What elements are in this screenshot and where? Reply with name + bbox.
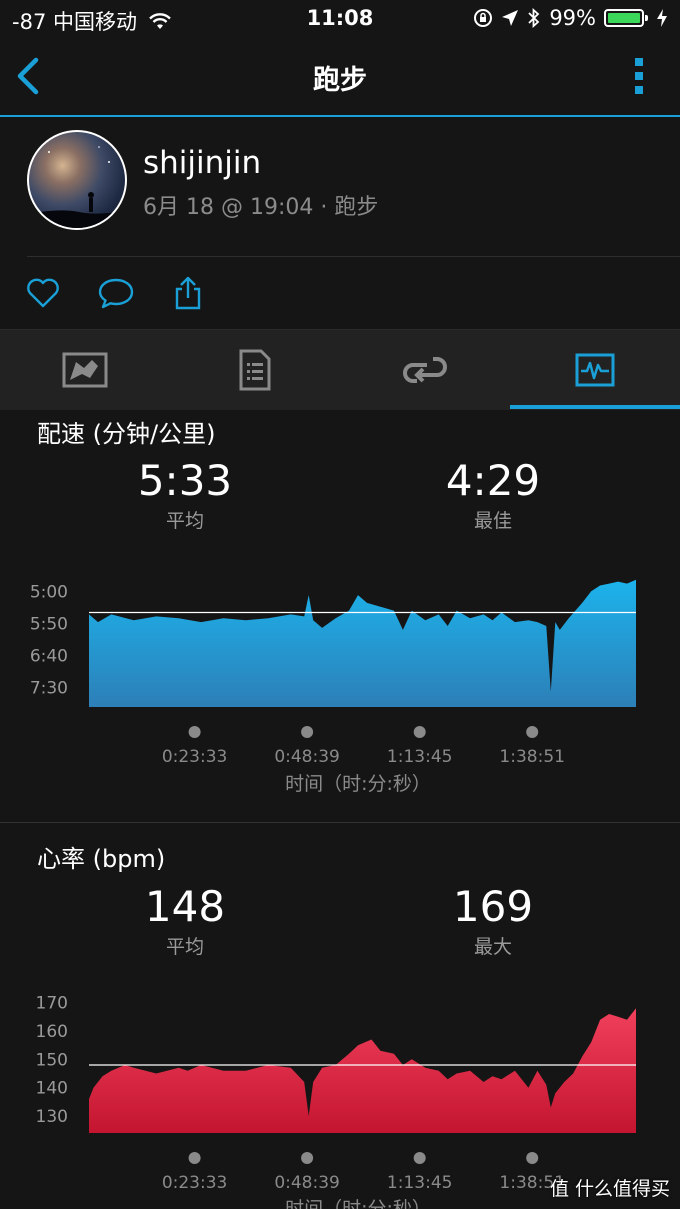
- bluetooth-icon: [528, 8, 540, 28]
- profile-divider: [27, 256, 680, 257]
- pace-y-tick-label: 5:00: [30, 582, 68, 602]
- tab-laps[interactable]: [340, 330, 510, 410]
- hr-y-tick-label: 160: [36, 1022, 68, 1042]
- activity-meta: 6月 18 @ 19:04 · 跑步: [143, 195, 379, 220]
- avatar[interactable]: [27, 130, 127, 230]
- map-icon: [62, 352, 108, 388]
- hr-avg-label: 平均: [165, 936, 204, 958]
- rotation-lock-icon: [474, 9, 493, 27]
- tab-map[interactable]: [0, 330, 170, 410]
- battery-percent: 99%: [549, 6, 596, 30]
- hr-area: [89, 1008, 636, 1133]
- comment-icon[interactable]: [98, 275, 134, 311]
- hr-x-tick-label: 0:48:39: [274, 1173, 340, 1193]
- pace-y-tick-label: 6:40: [30, 647, 68, 667]
- pace-x-tick-dot: [413, 726, 426, 738]
- pace-avg-label: 平均: [165, 510, 204, 532]
- nav-divider: [0, 115, 680, 117]
- pace-x-tick-dot: [188, 726, 201, 738]
- page-title: 跑步: [313, 65, 367, 96]
- pace-x-tick-dot: [301, 726, 314, 738]
- heart-icon[interactable]: [25, 275, 61, 311]
- hr-x-tick-label: 0:23:33: [162, 1173, 228, 1193]
- status-bar: -87 中国移动 11:08 99%: [0, 0, 680, 38]
- hr-y-tick-label: 140: [36, 1079, 68, 1099]
- tab-details[interactable]: [170, 330, 340, 410]
- hr-y-tick-label: 130: [36, 1107, 68, 1127]
- username[interactable]: shijinjin: [143, 145, 261, 181]
- hr-x-tick-dot: [301, 1152, 314, 1164]
- hr-max-value: 169: [452, 882, 534, 931]
- hr-title: 心率 (bpm): [37, 845, 166, 873]
- battery-icon: [604, 9, 648, 27]
- pace-title: 配速 (分钟/公里): [37, 420, 216, 448]
- pace-best-label: 最佳: [473, 510, 512, 532]
- pace-chart: 5:00 5:50 6:40 7:30 0:23:33 0:48:39 1:13:45 1:…: [30, 579, 636, 795]
- pace-x-tick-label: 0:23:33: [162, 747, 228, 767]
- hr-x-tick-dot: [526, 1152, 539, 1164]
- more-vertical-icon[interactable]: [632, 56, 646, 96]
- pace-best-value: 4:29: [445, 456, 541, 505]
- pace-x-tick-label: 1:38:51: [499, 747, 565, 767]
- pace-x-axis-label: 时间（时:分:秒）: [285, 773, 431, 795]
- pace-avg-value: 5:33: [137, 456, 233, 505]
- watermark: 值 什么值得买: [550, 1174, 670, 1201]
- share-icon[interactable]: [170, 275, 206, 311]
- hr-y-tick-label: 170: [36, 994, 68, 1014]
- laps-icon: [403, 357, 447, 383]
- pace-x-tick-label: 0:48:39: [274, 747, 340, 767]
- nav-bar: 跑步: [0, 38, 680, 116]
- charging-icon: [657, 9, 667, 27]
- watermark-text: 值 什么值得买: [549, 1178, 670, 1200]
- pace-area: [89, 579, 636, 707]
- tab-charts[interactable]: [510, 330, 680, 410]
- location-icon: [502, 10, 519, 26]
- details-icon: [239, 349, 271, 391]
- active-tab-indicator: [510, 405, 680, 409]
- hr-x-tick-dot: [188, 1152, 201, 1164]
- hr-x-tick-dot: [413, 1152, 426, 1164]
- hr-x-axis-label: 时间（时:分:秒）: [285, 1198, 431, 1209]
- status-right: 99%: [473, 6, 668, 30]
- pace-x-tick-label: 1:13:45: [387, 747, 453, 767]
- hr-max-label: 最大: [473, 936, 512, 958]
- section-divider: [0, 822, 680, 823]
- hr-avg-value: 148: [144, 882, 226, 931]
- pace-x-tick-dot: [526, 726, 539, 738]
- pace-y-tick-label: 7:30: [30, 679, 68, 699]
- charts-icon: [575, 353, 615, 387]
- pace-y-tick-label: 5:50: [30, 614, 68, 634]
- hr-y-tick-label: 150: [36, 1050, 68, 1070]
- tab-bar: [0, 329, 680, 410]
- avatar-image: [29, 146, 125, 228]
- hr-x-tick-label: 1:13:45: [387, 1173, 453, 1193]
